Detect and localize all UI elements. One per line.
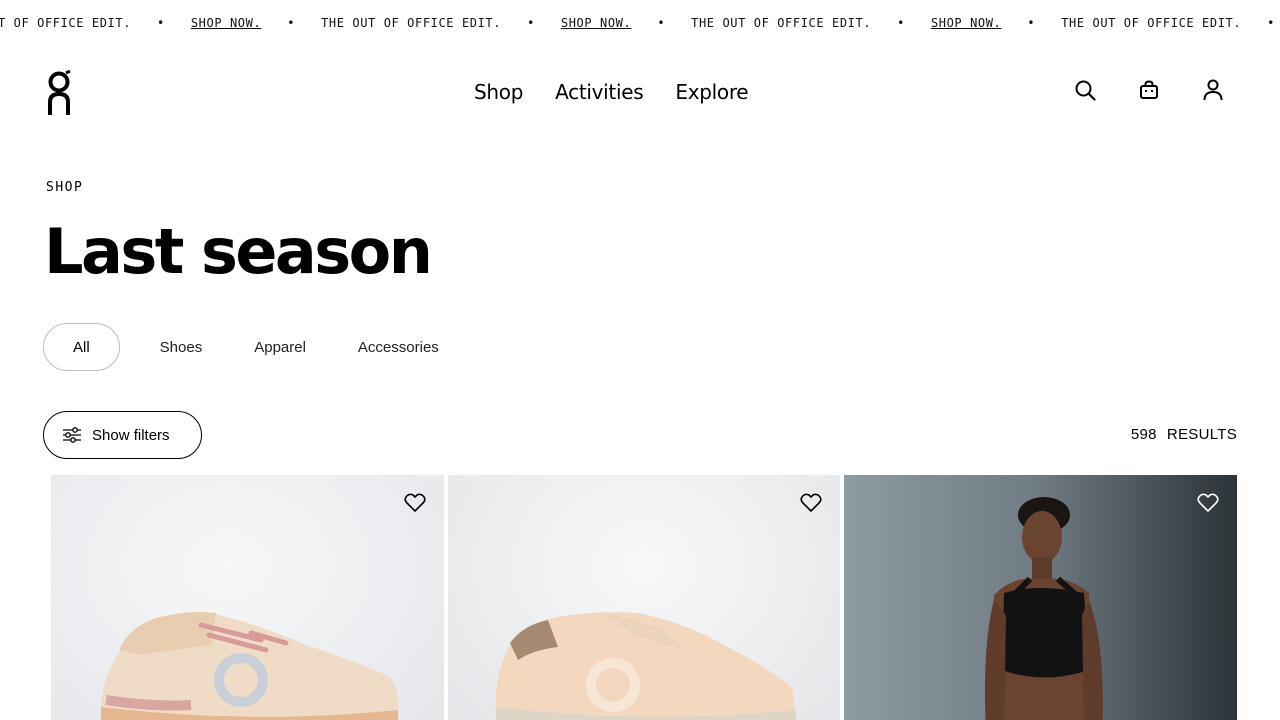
marquee-separator: • [287, 16, 296, 30]
marquee-separator: • [527, 16, 535, 30]
on-logo-icon[interactable] [46, 69, 72, 116]
product-grid [51, 475, 1237, 720]
shop-now-link[interactable]: SHOP NOW. [561, 16, 631, 30]
marquee-separator: • [1267, 16, 1275, 30]
product-image-shoe-cream-pink [100, 612, 399, 720]
page-title: Last season [44, 215, 433, 288]
marquee-separator: • [1027, 16, 1036, 30]
shop-now-link[interactable]: SHOP NOW. [931, 16, 1001, 30]
marquee-track: T OF OFFICE EDIT. • SHOP NOW. • THE OUT OF O… [0, 16, 1280, 30]
product-image-shoe-peach [495, 612, 796, 720]
header-actions [1074, 78, 1224, 102]
announcement-marquee: T OF OFFICE EDIT. • SHOP NOW. • THE OUT OF O… [0, 0, 1280, 46]
marquee-text: T OF OFFICE EDIT. [0, 16, 132, 30]
main-nav: Shop Activities Explore [474, 80, 749, 104]
tab-accessories[interactable]: Accessories [328, 323, 469, 371]
heart-icon[interactable] [404, 493, 426, 513]
category-tabs: All Shoes Apparel Accessories [43, 323, 469, 371]
account-icon[interactable] [1202, 78, 1224, 102]
heart-icon[interactable] [1197, 493, 1219, 513]
marquee-separator: • [157, 16, 165, 30]
nav-shop[interactable]: Shop [474, 80, 523, 104]
sliders-icon [63, 427, 81, 443]
results-label: RESULTS [1166, 426, 1237, 443]
marquee-separator: • [897, 16, 905, 30]
marquee-text: THE OUT OF OFFICE EDIT. [321, 16, 502, 30]
product-card[interactable] [448, 475, 840, 720]
show-filters-label: Show filters [92, 426, 170, 444]
tab-shoes[interactable]: Shoes [130, 323, 233, 371]
show-filters-button[interactable]: Show filters [43, 411, 202, 459]
product-card[interactable] [51, 475, 444, 720]
results-number: 598 [1130, 426, 1157, 443]
product-image-woman-black-sports-bra [985, 497, 1103, 720]
marquee-text: THE OUT OF OFFICE EDIT. [691, 16, 872, 30]
heart-icon[interactable] [800, 493, 822, 513]
marquee-separator: • [657, 16, 666, 30]
product-card[interactable] [844, 475, 1237, 720]
breadcrumb[interactable]: SHOP [46, 180, 83, 195]
marquee-text: THE OUT OF OFFICE EDIT. [1061, 16, 1242, 30]
bag-icon[interactable] [1138, 78, 1160, 102]
tab-all[interactable]: All [43, 323, 120, 371]
shop-now-link[interactable]: SHOP NOW. [191, 16, 261, 30]
results-count: 598 RESULTS [1131, 426, 1237, 443]
tab-apparel[interactable]: Apparel [232, 323, 328, 371]
search-icon[interactable] [1074, 78, 1096, 102]
nav-explore[interactable]: Explore [675, 80, 748, 104]
nav-activities[interactable]: Activities [555, 80, 644, 104]
